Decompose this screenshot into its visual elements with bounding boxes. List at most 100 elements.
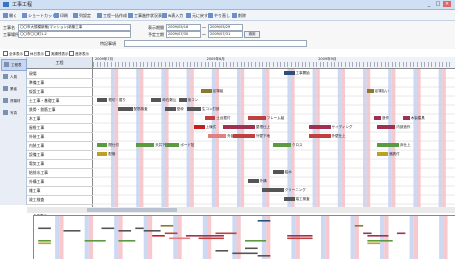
task-bar-label: 砕石敷込 [162, 97, 177, 102]
task-bar-label: 外壁仕上 [331, 133, 346, 138]
gantt-chart: 工程 現場 準備工事 仮設工事 土工事・基礎工事 鉄骨・鉄筋工事 木工事 屋根工事 外装工事内… [27, 57, 455, 207]
task-bar[interactable] [150, 98, 162, 102]
task-bar[interactable] [222, 125, 255, 129]
sidebar-item-vendor[interactable]: 業者 [1, 84, 25, 94]
task-bar[interactable] [96, 98, 108, 102]
task-bar[interactable] [118, 107, 133, 111]
plan-from-field[interactable]: 2009/07/30 [166, 31, 201, 38]
sidebar-item-gantt[interactable]: 工程表 [1, 59, 27, 71]
toolbar-redo-button[interactable]: やり直し [208, 12, 230, 19]
task-bar[interactable] [201, 89, 212, 93]
overview-weekend [325, 216, 330, 259]
task-bar[interactable] [247, 179, 259, 183]
task-bar[interactable] [377, 143, 399, 147]
window-title: 工事工程 [12, 2, 33, 8]
horizontal-scrollbar[interactable] [27, 207, 455, 213]
task-bar[interactable] [165, 107, 176, 111]
scroll-thumb[interactable] [87, 208, 177, 212]
overview-bar [152, 235, 165, 237]
task-bar[interactable] [204, 116, 216, 120]
task-bar[interactable] [377, 125, 396, 129]
task-bar[interactable] [377, 152, 389, 156]
sidebar-item-people[interactable]: 人員 [1, 72, 25, 82]
task-bar-label: クロス [292, 142, 303, 147]
overview-bar [367, 240, 393, 242]
task-bar[interactable] [283, 71, 295, 75]
toolbar-delete-button[interactable]: 削除 [232, 12, 246, 19]
toolbar-label: ショートカット [28, 13, 56, 18]
sidebar-item-photo[interactable]: 写真 [1, 108, 25, 118]
plan-to-field[interactable]: 2009/07/31 [208, 31, 243, 38]
project-field[interactable]: 〇〇市大規模新築(マンション)新築工事 [18, 24, 131, 31]
shortcut-icon [22, 13, 27, 18]
task-bar[interactable] [283, 197, 295, 201]
task-bar[interactable] [309, 125, 331, 129]
task-bar[interactable] [247, 116, 266, 120]
minimize-button[interactable]: _ [425, 1, 433, 7]
task-bar[interactable] [402, 116, 410, 120]
close-button[interactable]: × [443, 1, 451, 7]
place-field[interactable]: 〇〇市〇〇町1-2 [18, 31, 131, 38]
task-bar[interactable] [309, 134, 331, 138]
toolbar-label: 削除 [238, 13, 246, 18]
task-bar-label: 間仕切 [108, 142, 119, 147]
note-field[interactable] [124, 40, 307, 47]
task-bar[interactable] [233, 134, 255, 138]
overview-bar [198, 237, 224, 240]
toolbar-input-button[interactable]: w表入力 [162, 12, 183, 19]
day-tick [449, 62, 453, 67]
overview-bar [367, 235, 389, 237]
toolbar-label: w表入力 [168, 13, 184, 18]
month-label: 2009年8月 [206, 57, 225, 61]
overview-bar [257, 220, 271, 222]
toolbar-progress-button[interactable]: 工事進捗状況表 [128, 12, 162, 19]
period-to-field[interactable]: 2009/05/29 [208, 24, 243, 31]
vendor-icon [3, 86, 8, 91]
period-from-field[interactable]: 2009/05/16 [166, 24, 201, 31]
apply-button[interactable]: 適用 [244, 31, 260, 38]
toolbar-undo-button[interactable]: 元に戻す [186, 12, 208, 19]
overview-bar [164, 232, 178, 235]
task-bar[interactable] [136, 143, 155, 147]
columns-icon [73, 13, 78, 18]
toolbar-columns-button[interactable]: 列設定 [73, 12, 91, 19]
task-bar[interactable] [179, 98, 187, 102]
period-label: 表示期間 [148, 25, 164, 30]
maximize-button[interactable]: □ [434, 1, 442, 7]
toolbar-print-button[interactable]: 印刷 [54, 12, 68, 19]
overview-panel[interactable] [33, 215, 455, 259]
task-bar[interactable] [262, 188, 284, 192]
task-bar[interactable] [193, 125, 205, 129]
place-label: 工事場所 [3, 32, 19, 37]
sidebar-item-material[interactable]: 資機材 [1, 96, 25, 106]
sidebar-item-label: 写真 [10, 111, 17, 115]
task-bar[interactable] [165, 143, 180, 147]
task-bar-label: 配筋検査 [133, 106, 148, 111]
task-bar[interactable] [366, 89, 374, 93]
task-bar[interactable] [208, 134, 227, 138]
task-bar-label: 内部造作 [396, 124, 411, 129]
task-bar-label: 床仕上 [400, 142, 411, 147]
overview-weekend [320, 216, 326, 259]
overview-bar [185, 235, 224, 237]
task-row-name[interactable]: 竣工検査 [27, 195, 93, 205]
calendar-icon [97, 13, 102, 18]
task-bar-label: 足場払い [374, 88, 389, 93]
toolbar-bulk-create-button[interactable]: 工程一括作成 [97, 12, 127, 19]
sidebar-item-label: 業者 [10, 87, 17, 91]
task-bar[interactable] [96, 152, 108, 156]
task-bar-label: 根切・掘り [108, 97, 126, 102]
task-bar[interactable] [273, 143, 291, 147]
toolbar-shortcut-button[interactable]: ショートカット [22, 12, 56, 19]
month-label: 2009年7月 [95, 57, 114, 61]
toolbar-open-button[interactable]: 開く [3, 12, 17, 19]
folder-icon [3, 13, 8, 18]
task-bar[interactable] [186, 107, 201, 111]
sidebar-item-label: 工程表 [11, 63, 22, 67]
task-name-column: 工程 現場 準備工事 仮設工事 土工事・基礎工事 鉄骨・鉄筋工事 木工事 屋根工事 外装工事内… [27, 57, 93, 207]
overview-weekend [380, 216, 385, 259]
task-bar[interactable] [373, 116, 381, 120]
task-bar[interactable] [96, 143, 108, 147]
task-bar[interactable] [273, 170, 284, 174]
overview-weekend [266, 216, 271, 259]
